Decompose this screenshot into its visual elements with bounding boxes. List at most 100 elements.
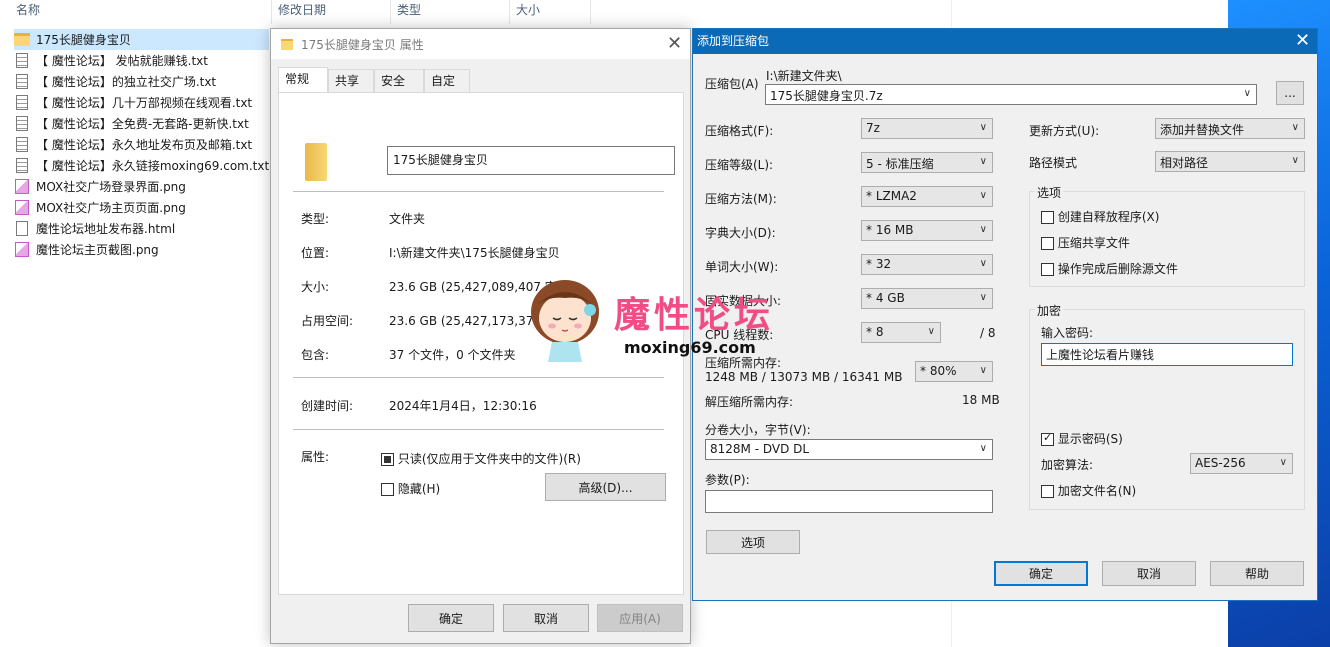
file-name: 【 魔性论坛】的独立社交广场.txt bbox=[36, 75, 217, 89]
help-button[interactable]: 帮助 bbox=[1210, 561, 1304, 586]
encrypt-names-checkbox[interactable]: 加密文件名(N) bbox=[1041, 482, 1136, 499]
cpu-threads-select[interactable]: * 8 ∨ bbox=[861, 322, 941, 343]
readonly-checkbox[interactable]: 只读(仅应用于文件夹中的文件)(R) bbox=[381, 450, 581, 467]
word-size-label: 单词大小(W): bbox=[705, 260, 779, 274]
tab-general[interactable]: 常规 bbox=[278, 67, 328, 93]
divider bbox=[293, 377, 664, 378]
archive-title-bar[interactable]: 添加到压缩包 ✕ bbox=[693, 29, 1317, 54]
word-size-value: * 32 bbox=[866, 257, 892, 271]
properties-title-bar[interactable]: 175长腿健身宝贝 属性 ✕ bbox=[271, 29, 690, 59]
tab-security[interactable]: 安全 bbox=[374, 69, 424, 92]
dictionary-select[interactable]: * 16 MB ∨ bbox=[861, 220, 993, 241]
text-file-icon bbox=[16, 74, 28, 89]
level-select[interactable]: 5 - 标准压缩 ∨ bbox=[861, 152, 993, 173]
file-row[interactable]: 【 魔性论坛】永久链接moxing69.com.txt bbox=[14, 155, 269, 176]
method-select[interactable]: * LZMA2 ∨ bbox=[861, 186, 993, 207]
sfx-checkbox[interactable]: 创建自释放程序(X) bbox=[1041, 208, 1159, 225]
update-mode-value: 添加并替换文件 bbox=[1160, 123, 1245, 137]
level-label: 压缩等级(L): bbox=[705, 158, 774, 172]
file-row[interactable]: 【 魔性论坛】永久地址发布页及邮箱.txt bbox=[14, 134, 269, 155]
file-row[interactable]: 175长腿健身宝贝 bbox=[14, 29, 269, 50]
file-row[interactable]: 【 魔性论坛】 发帖就能赚钱.txt bbox=[14, 50, 269, 71]
column-header-size[interactable]: 大小 bbox=[510, 0, 591, 24]
chevron-down-icon: ∨ bbox=[979, 190, 987, 201]
disk-size-label: 占用空间: bbox=[301, 314, 354, 328]
chevron-down-icon: ∨ bbox=[979, 122, 987, 133]
column-header-name[interactable]: 名称 bbox=[10, 0, 272, 24]
dictionary-label: 字典大小(D): bbox=[705, 226, 776, 240]
chevron-down-icon: ∨ bbox=[979, 365, 987, 376]
close-icon[interactable]: ✕ bbox=[667, 35, 682, 53]
type-value: 文件夹 bbox=[389, 212, 426, 226]
close-icon[interactable]: ✕ bbox=[1295, 32, 1310, 50]
file-name: 175长腿健身宝贝 bbox=[36, 33, 131, 47]
column-header-date[interactable]: 修改日期 bbox=[272, 0, 391, 24]
file-row[interactable]: 魔性论坛地址发布器.html bbox=[14, 218, 269, 239]
solid-size-select[interactable]: * 4 GB ∨ bbox=[861, 288, 993, 309]
split-volume-combo[interactable]: 8128M - DVD DL ∨ bbox=[705, 439, 993, 460]
file-name: 【 魔性论坛】永久链接moxing69.com.txt bbox=[36, 159, 270, 173]
file-row[interactable]: 【 魔性论坛】的独立社交广场.txt bbox=[14, 71, 269, 92]
html-file-icon bbox=[16, 221, 28, 236]
text-file-icon bbox=[16, 137, 28, 152]
decompress-memory-value: 18 MB bbox=[962, 393, 1000, 407]
hidden-checkbox[interactable]: 隐藏(H) bbox=[381, 480, 440, 497]
path-mode-select[interactable]: 相对路径 ∨ bbox=[1155, 151, 1305, 172]
browse-button[interactable]: ... bbox=[1276, 81, 1304, 105]
file-name: 【 魔性论坛】几十万部视频在线观看.txt bbox=[36, 96, 253, 110]
location-label: 位置: bbox=[301, 246, 330, 260]
cpu-threads-total: / 8 bbox=[980, 326, 996, 340]
options-button[interactable]: 选项 bbox=[706, 530, 800, 554]
advanced-button[interactable]: 高级(D)... bbox=[545, 473, 666, 501]
checkbox-icon bbox=[1041, 237, 1054, 250]
options-group-title: 选项 bbox=[1035, 184, 1064, 201]
show-password-checkbox[interactable]: 显示密码(S) bbox=[1041, 430, 1123, 447]
path-mode-value: 相对路径 bbox=[1160, 156, 1209, 170]
checkbox-icon bbox=[1041, 485, 1054, 498]
parameters-label: 参数(P): bbox=[705, 473, 750, 487]
tab-custom[interactable]: 自定义 bbox=[424, 69, 470, 110]
dictionary-value: * 16 MB bbox=[866, 223, 914, 237]
column-header-type[interactable]: 类型 bbox=[391, 0, 510, 24]
chevron-down-icon: ∨ bbox=[1243, 88, 1251, 99]
file-row[interactable]: MOX社交广场登录界面.png bbox=[14, 176, 269, 197]
delete-after-checkbox[interactable]: 操作完成后删除源文件 bbox=[1041, 260, 1178, 277]
parameters-input[interactable] bbox=[705, 490, 993, 513]
word-size-select[interactable]: * 32 ∨ bbox=[861, 254, 993, 275]
file-row[interactable]: 【 魔性论坛】几十万部视频在线观看.txt bbox=[14, 92, 269, 113]
format-label: 压缩格式(F): bbox=[705, 124, 774, 138]
file-name: MOX社交广场主页页面.png bbox=[36, 201, 186, 215]
apply-button[interactable]: 应用(A) bbox=[597, 604, 683, 632]
shared-files-checkbox[interactable]: 压缩共享文件 bbox=[1041, 234, 1130, 251]
ok-button[interactable]: 确定 bbox=[994, 561, 1088, 586]
password-input[interactable]: 上魔性论坛看片赚钱 bbox=[1041, 343, 1293, 366]
update-mode-label: 更新方式(U): bbox=[1029, 124, 1100, 138]
watermark-mascot bbox=[531, 280, 599, 362]
folder-name-input[interactable]: 175长腿健身宝贝 bbox=[387, 146, 675, 175]
chevron-down-icon: ∨ bbox=[1291, 122, 1299, 133]
split-volume-label: 分卷大小，字节(V): bbox=[705, 423, 811, 437]
tab-sharing[interactable]: 共享 bbox=[328, 69, 374, 92]
encryption-method-value: AES-256 bbox=[1195, 456, 1246, 470]
location-value: I:\新建文件夹\175长腿健身宝贝 bbox=[389, 246, 560, 260]
checkbox-icon bbox=[381, 483, 394, 496]
cpu-threads-value: * 8 bbox=[866, 325, 884, 339]
created-label: 创建时间: bbox=[301, 399, 354, 413]
file-row[interactable]: 魔性论坛主页截图.png bbox=[14, 239, 269, 260]
memory-percent-select[interactable]: * 80% ∨ bbox=[915, 361, 993, 382]
encryption-method-select[interactable]: AES-256 ∨ bbox=[1190, 453, 1293, 474]
checkbox-indeterminate-icon bbox=[381, 453, 394, 466]
format-select[interactable]: 7z ∨ bbox=[861, 118, 993, 139]
archive-name-combo[interactable]: 175长腿健身宝贝.7z ∨ bbox=[765, 84, 1257, 105]
file-name: 魔性论坛地址发布器.html bbox=[36, 222, 176, 236]
file-row[interactable]: MOX社交广场主页页面.png bbox=[14, 197, 269, 218]
update-mode-select[interactable]: 添加并替换文件 ∨ bbox=[1155, 118, 1305, 139]
cancel-button[interactable]: 取消 bbox=[1102, 561, 1196, 586]
file-row[interactable]: 【 魔性论坛】全免费-无套路-更新快.txt bbox=[14, 113, 269, 134]
encryption-method-label: 加密算法: bbox=[1041, 458, 1094, 472]
properties-title: 175长腿健身宝贝 属性 bbox=[301, 37, 424, 52]
ok-button[interactable]: 确定 bbox=[408, 604, 494, 632]
chevron-down-icon: ∨ bbox=[1279, 457, 1287, 468]
attributes-label: 属性: bbox=[301, 450, 330, 464]
cancel-button[interactable]: 取消 bbox=[503, 604, 589, 632]
